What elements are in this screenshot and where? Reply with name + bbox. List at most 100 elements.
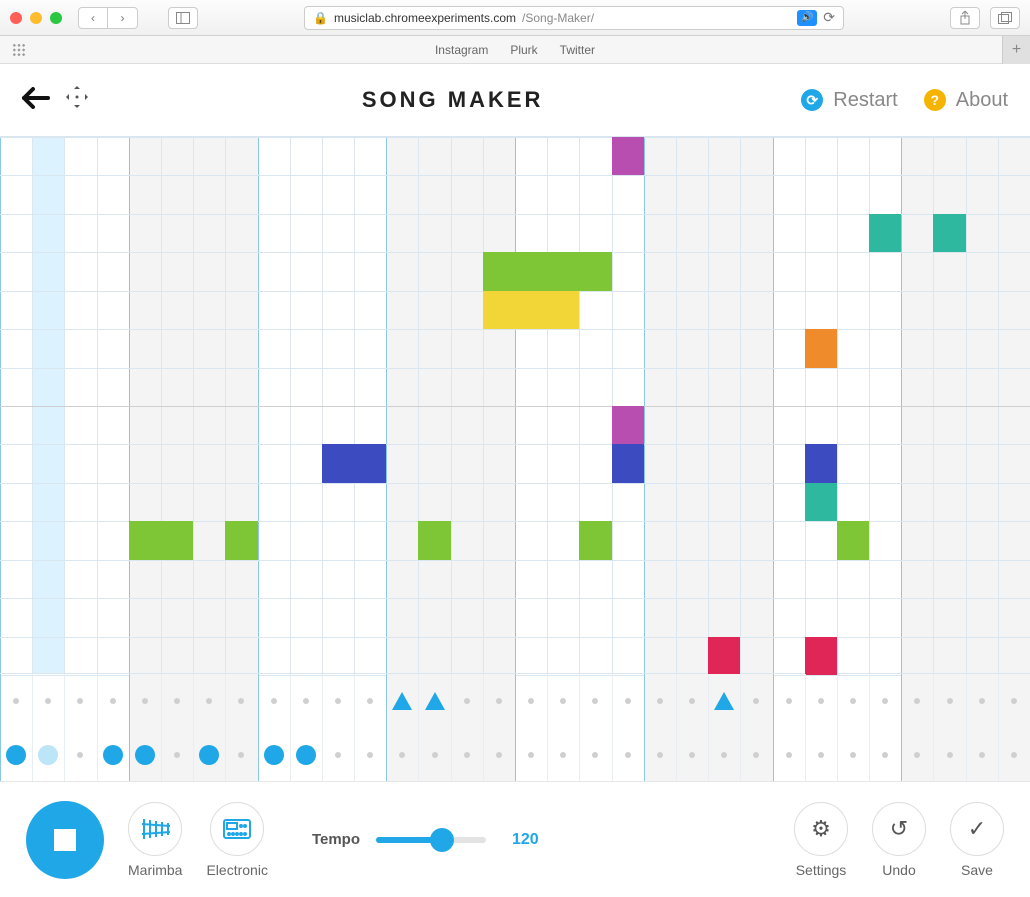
perc-cell-bottom[interactable] xyxy=(464,752,470,758)
show-tabs-button[interactable] xyxy=(990,7,1020,29)
note-cell[interactable] xyxy=(869,214,901,252)
settings-button[interactable]: ⚙ Settings xyxy=(794,802,848,878)
perc-cell-bottom[interactable] xyxy=(199,745,219,765)
perc-cell-bottom[interactable] xyxy=(6,745,26,765)
perc-cell-top[interactable] xyxy=(77,698,83,704)
perc-cell-top[interactable] xyxy=(367,698,373,704)
perc-cell-top[interactable] xyxy=(592,698,598,704)
note-cell[interactable] xyxy=(515,252,547,290)
back-button[interactable]: ‹ xyxy=(78,7,108,29)
perc-cell-bottom[interactable] xyxy=(135,745,155,765)
note-cell[interactable] xyxy=(612,137,644,175)
forward-button[interactable]: › xyxy=(108,7,138,29)
note-cell[interactable] xyxy=(483,291,515,329)
perc-cell-bottom[interactable] xyxy=(238,752,244,758)
note-cell[interactable] xyxy=(579,252,611,290)
perc-cell-top[interactable] xyxy=(947,698,953,704)
sidebar-toggle-button[interactable] xyxy=(168,7,198,29)
perc-cell-top[interactable] xyxy=(914,698,920,704)
note-cell[interactable] xyxy=(483,252,515,290)
perc-cell-bottom[interactable] xyxy=(786,752,792,758)
note-cell[interactable] xyxy=(805,483,837,521)
minimize-window-icon[interactable] xyxy=(30,12,42,24)
perc-cell-top[interactable] xyxy=(528,698,534,704)
tempo-slider[interactable] xyxy=(376,837,486,843)
note-cell[interactable] xyxy=(708,637,740,675)
note-cell[interactable] xyxy=(805,329,837,367)
close-window-icon[interactable] xyxy=(10,12,22,24)
app-back-button[interactable] xyxy=(22,84,52,116)
note-cell[interactable] xyxy=(579,521,611,559)
perc-cell-top[interactable] xyxy=(753,698,759,704)
restart-button[interactable]: ⟳ Restart xyxy=(801,89,897,112)
perc-cell-bottom[interactable] xyxy=(657,752,663,758)
perc-cell-top[interactable] xyxy=(303,698,309,704)
perc-cell-top[interactable] xyxy=(818,698,824,704)
audio-playing-icon[interactable]: 🔊 xyxy=(797,10,817,26)
about-button[interactable]: ? About xyxy=(924,89,1008,112)
address-bar[interactable]: 🔒 musiclab.chromeexperiments.com/Song-Ma… xyxy=(304,6,844,30)
perc-cell-top[interactable] xyxy=(560,698,566,704)
perc-cell-bottom[interactable] xyxy=(818,752,824,758)
perc-cell-bottom[interactable] xyxy=(296,745,316,765)
save-button[interactable]: ✓ Save xyxy=(950,802,1004,878)
note-cell[interactable] xyxy=(933,214,965,252)
note-cell[interactable] xyxy=(547,252,579,290)
perc-cell-top[interactable] xyxy=(979,698,985,704)
perc-cell-bottom[interactable] xyxy=(947,752,953,758)
perc-cell-bottom[interactable] xyxy=(103,745,123,765)
perc-cell-bottom[interactable] xyxy=(592,752,598,758)
note-cell[interactable] xyxy=(612,406,644,444)
percussion-grid[interactable] xyxy=(0,674,1030,782)
perc-cell-top[interactable] xyxy=(238,698,244,704)
note-cell[interactable] xyxy=(612,444,644,482)
perc-cell-top[interactable] xyxy=(625,698,631,704)
perc-cell-bottom[interactable] xyxy=(1011,752,1017,758)
note-cell[interactable] xyxy=(805,637,837,675)
perc-cell-bottom[interactable] xyxy=(399,752,405,758)
note-cell[interactable] xyxy=(354,444,386,482)
favorite-link[interactable]: Instagram xyxy=(435,43,488,57)
perc-cell-bottom[interactable] xyxy=(335,752,341,758)
apps-grid-icon[interactable] xyxy=(12,43,26,57)
perc-cell-top[interactable] xyxy=(714,692,734,710)
perc-cell-bottom[interactable] xyxy=(625,752,631,758)
note-cell[interactable] xyxy=(322,444,354,482)
perc-cell-bottom[interactable] xyxy=(367,752,373,758)
perc-cell-bottom[interactable] xyxy=(560,752,566,758)
play-stop-button[interactable] xyxy=(26,801,104,879)
perc-cell-bottom[interactable] xyxy=(264,745,284,765)
melody-grid[interactable] xyxy=(0,136,1030,674)
perc-cell-top[interactable] xyxy=(496,698,502,704)
perc-cell-bottom[interactable] xyxy=(979,752,985,758)
perc-cell-top[interactable] xyxy=(174,698,180,704)
perc-cell-top[interactable] xyxy=(392,692,412,710)
note-cell[interactable] xyxy=(515,291,547,329)
perc-cell-bottom[interactable] xyxy=(753,752,759,758)
favorite-link[interactable]: Plurk xyxy=(510,43,537,57)
reload-button[interactable]: ⟳ xyxy=(823,9,835,26)
perc-cell-top[interactable] xyxy=(689,698,695,704)
melody-instrument-button[interactable]: Marimba xyxy=(128,802,182,878)
share-button[interactable] xyxy=(950,7,980,29)
perc-cell-top[interactable] xyxy=(464,698,470,704)
perc-cell-bottom[interactable] xyxy=(432,752,438,758)
perc-cell-top[interactable] xyxy=(850,698,856,704)
undo-button[interactable]: ↺ Undo xyxy=(872,802,926,878)
perc-cell-bottom[interactable] xyxy=(77,752,83,758)
note-cell[interactable] xyxy=(418,521,450,559)
perc-cell-bottom[interactable] xyxy=(882,752,888,758)
perc-cell-bottom[interactable] xyxy=(721,752,727,758)
perc-cell-top[interactable] xyxy=(425,692,445,710)
perc-cell-bottom[interactable] xyxy=(38,745,58,765)
fullscreen-window-icon[interactable] xyxy=(50,12,62,24)
perc-cell-bottom[interactable] xyxy=(850,752,856,758)
perc-cell-bottom[interactable] xyxy=(689,752,695,758)
note-cell[interactable] xyxy=(805,444,837,482)
favorite-link[interactable]: Twitter xyxy=(560,43,595,57)
perc-cell-top[interactable] xyxy=(13,698,19,704)
note-cell[interactable] xyxy=(547,291,579,329)
note-cell[interactable] xyxy=(837,521,869,559)
perc-cell-top[interactable] xyxy=(882,698,888,704)
slider-thumb[interactable] xyxy=(430,828,454,852)
